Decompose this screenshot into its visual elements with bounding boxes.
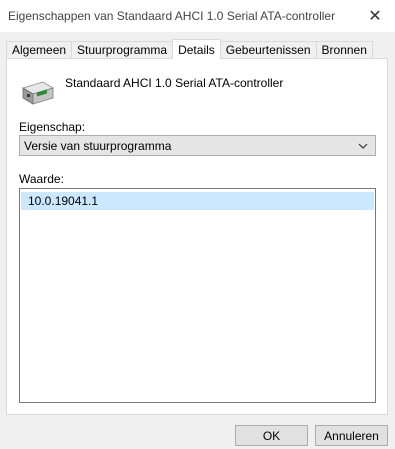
property-label: Eigenschap: (19, 120, 86, 134)
property-select-value: Versie van stuurprogramma (24, 138, 172, 153)
close-icon: ✕ (368, 8, 382, 25)
window-title: Eigenschappen van Standaard AHCI 1.0 Ser… (8, 9, 336, 23)
value-label: Waarde: (19, 172, 64, 186)
tab-algemeen[interactable]: Algemeen (6, 41, 73, 58)
details-panel: Standaard AHCI 1.0 Serial ATA-controller… (6, 58, 388, 415)
close-button[interactable]: ✕ (355, 0, 395, 32)
list-item[interactable]: 10.0.19041.1 (21, 192, 374, 210)
tab-gebeurtenissen[interactable]: Gebeurtenissen (219, 41, 317, 58)
property-select[interactable]: Versie van stuurprogramma (19, 135, 376, 156)
device-name: Standaard AHCI 1.0 Serial ATA-controller (65, 76, 284, 90)
ok-button[interactable]: OK (235, 425, 308, 446)
tab-bronnen[interactable]: Bronnen (315, 41, 373, 58)
chevron-down-icon (358, 143, 368, 149)
drive-controller-icon (22, 81, 54, 105)
title-bar: Eigenschappen van Standaard AHCI 1.0 Ser… (0, 0, 395, 32)
value-list[interactable]: 10.0.19041.1 (19, 188, 376, 403)
tab-strip: Algemeen Stuurprogramma Details Gebeurte… (6, 39, 373, 59)
cancel-button[interactable]: Annuleren (315, 425, 388, 446)
tab-details[interactable]: Details (172, 39, 221, 59)
tab-stuurprogramma[interactable]: Stuurprogramma (71, 41, 174, 58)
